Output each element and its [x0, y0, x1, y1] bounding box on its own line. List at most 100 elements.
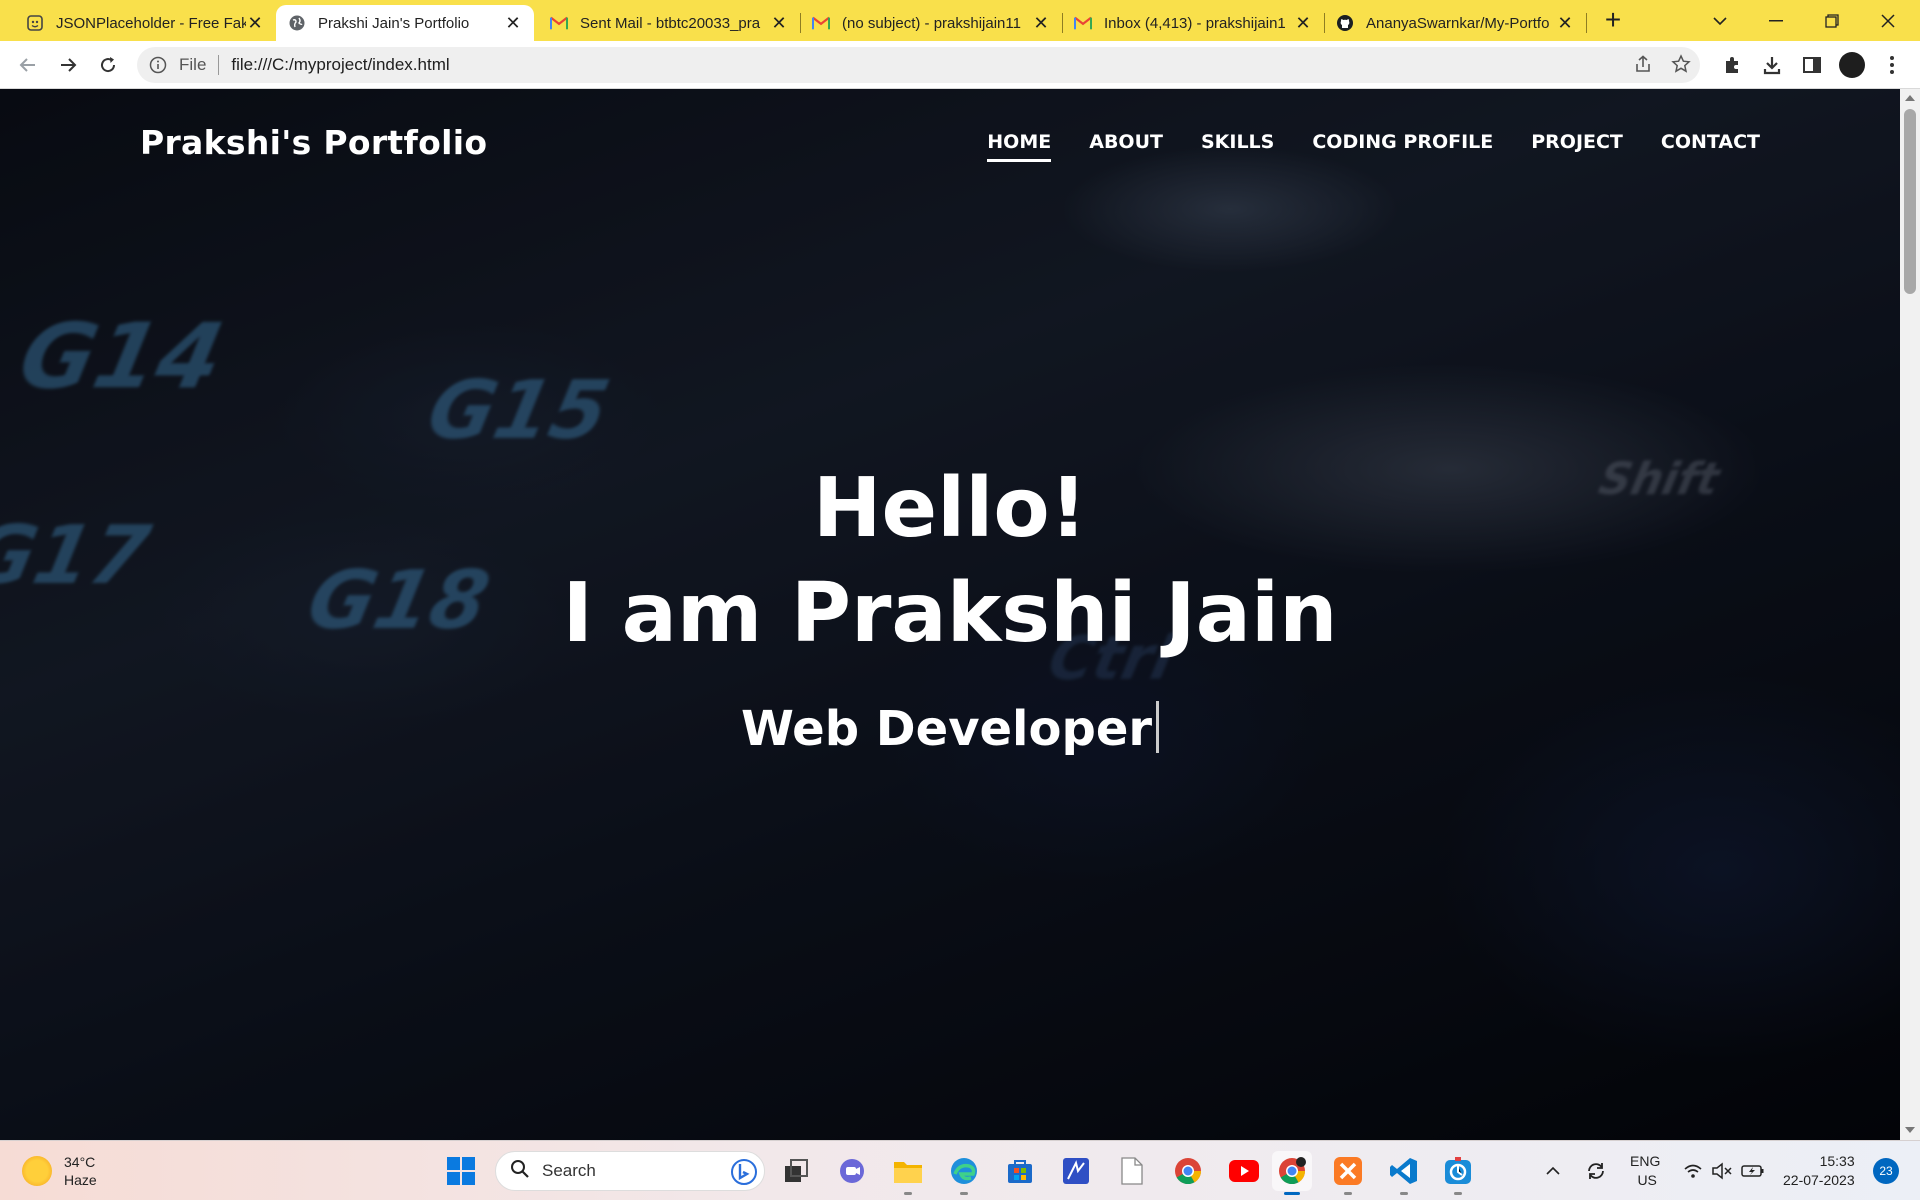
clock-time: 15:33	[1819, 1153, 1855, 1169]
battery-charging-icon[interactable]	[1741, 1141, 1765, 1200]
nav-skills[interactable]: SKILLS	[1201, 131, 1274, 162]
tab-close-icon[interactable]: ✕	[1556, 13, 1574, 34]
share-icon[interactable]	[1628, 49, 1658, 79]
tab-jsonplaceholder[interactable]: JSONPlaceholder - Free Fak ✕	[14, 5, 276, 41]
tab-sent-mail[interactable]: Sent Mail - btbtc20033_pra ✕	[538, 5, 800, 41]
extensions-icon[interactable]	[1718, 51, 1746, 79]
chrome-icon[interactable]	[1168, 1151, 1208, 1191]
chrome-profile-icon[interactable]	[1272, 1151, 1312, 1195]
github-icon	[1336, 14, 1354, 32]
microsoft-store-icon[interactable]	[1000, 1151, 1040, 1191]
tab-close-icon[interactable]: ✕	[504, 13, 522, 34]
tab-close-icon[interactable]: ✕	[770, 13, 788, 34]
weather-condition: Haze	[64, 1172, 97, 1188]
page-viewport: G14 G15 G18 G17 Ctrl Shift Prakshi's Por…	[0, 89, 1900, 1140]
reload-button[interactable]	[92, 49, 124, 81]
restore-button[interactable]	[1804, 0, 1860, 41]
gmail-icon	[550, 14, 568, 32]
typing-cursor	[1156, 701, 1160, 753]
tab-title: Sent Mail - btbtc20033_pra	[580, 14, 761, 32]
volume-muted-icon[interactable]	[1711, 1141, 1733, 1200]
side-panel-icon[interactable]	[1798, 51, 1826, 79]
tab-close-icon[interactable]: ✕	[1294, 13, 1312, 34]
taskbar-search[interactable]: Search	[495, 1151, 765, 1191]
haze-sun-icon	[22, 1156, 52, 1186]
tab-inbox[interactable]: Inbox (4,413) - prakshijain1 ✕	[1062, 5, 1324, 41]
weather-widget[interactable]: 34°C Haze	[22, 1153, 97, 1189]
nav-home[interactable]: HOME	[987, 131, 1052, 162]
weather-temp: 34°C	[64, 1154, 96, 1170]
windows-taskbar: 34°C Haze Search ENG US 15:33 22-07-2023…	[0, 1140, 1920, 1200]
scroll-down-arrow-icon[interactable]	[1905, 1127, 1915, 1133]
tab-close-icon[interactable]: ✕	[246, 13, 264, 34]
hero-role: Web Developer	[740, 701, 1153, 757]
edge-icon[interactable]	[944, 1151, 984, 1195]
info-icon[interactable]	[149, 56, 167, 74]
gmail-icon	[1074, 14, 1092, 32]
start-button[interactable]	[441, 1151, 481, 1191]
clock-date: 22-07-2023	[1783, 1172, 1855, 1188]
tab-no-subject[interactable]: (no subject) - prakshijain11 ✕	[800, 5, 1062, 41]
address-divider	[218, 55, 220, 75]
tab-strip: JSONPlaceholder - Free Fak ✕ Prakshi Jai…	[0, 0, 1920, 41]
gmail-icon	[812, 14, 830, 32]
tab-divider	[1586, 13, 1587, 33]
task-view-icon[interactable]	[776, 1151, 816, 1191]
file-explorer-icon[interactable]	[888, 1151, 928, 1195]
snipping-tool-icon[interactable]	[1438, 1151, 1478, 1195]
scroll-up-arrow-icon[interactable]	[1905, 95, 1915, 101]
address-bar[interactable]: File file:///C:/myproject/index.html	[137, 47, 1700, 83]
menu-kebab-icon[interactable]	[1878, 51, 1906, 79]
forward-button[interactable]	[52, 49, 84, 81]
site-logo[interactable]: Prakshi's Portfolio	[140, 123, 487, 162]
nav-project[interactable]: PROJECT	[1531, 131, 1623, 162]
teams-chat-icon[interactable]	[832, 1151, 872, 1191]
page-scrollbar[interactable]	[1900, 89, 1920, 1140]
search-icon	[510, 1159, 530, 1184]
tab-title: Inbox (4,413) - prakshijain1	[1104, 14, 1286, 32]
xampp-icon[interactable]	[1328, 1151, 1368, 1195]
hero-greeting: Hello!	[812, 461, 1088, 556]
scrollbar-thumb[interactable]	[1904, 109, 1916, 294]
tab-divider	[1062, 13, 1063, 33]
nav-contact[interactable]: CONTACT	[1661, 131, 1760, 162]
back-button[interactable]	[12, 49, 44, 81]
wifi-icon[interactable]	[1683, 1141, 1703, 1200]
language-indicator[interactable]: ENG US	[1630, 1141, 1660, 1200]
clock[interactable]: 15:33 22-07-2023	[1783, 1141, 1855, 1200]
downloads-icon[interactable]	[1758, 51, 1786, 79]
notification-badge[interactable]: 23	[1873, 1158, 1899, 1184]
tab-portfolio[interactable]: Prakshi Jain's Portfolio ✕	[276, 5, 534, 41]
nav-coding-profile[interactable]: CODING PROFILE	[1312, 131, 1493, 162]
profile-avatar[interactable]	[1838, 51, 1866, 79]
tab-close-icon[interactable]: ✕	[1032, 13, 1050, 34]
tab-title: JSONPlaceholder - Free Fak	[56, 14, 246, 32]
youtube-icon[interactable]	[1224, 1151, 1264, 1191]
bookmark-star-icon[interactable]	[1666, 49, 1696, 79]
tab-search-icon[interactable]	[1692, 0, 1748, 41]
tab-title: AnanyaSwarnkar/My-Portfo	[1366, 14, 1550, 32]
tab-divider	[800, 13, 801, 33]
blank-document-icon[interactable]	[1112, 1151, 1152, 1191]
scheme-label: File	[179, 55, 207, 74]
bing-icon[interactable]	[730, 1158, 758, 1191]
math-app-icon[interactable]	[1056, 1151, 1096, 1191]
tab-title: (no subject) - prakshijain11	[842, 14, 1021, 32]
search-placeholder: Search	[542, 1161, 596, 1180]
close-window-button[interactable]	[1860, 0, 1916, 41]
hero-section: Hello! I am Prakshi Jain Web Developer	[0, 459, 1900, 759]
minimize-button[interactable]	[1748, 0, 1804, 41]
tab-divider	[1324, 13, 1325, 33]
sync-icon[interactable]	[1585, 1141, 1607, 1200]
show-hidden-icons-icon[interactable]	[1545, 1141, 1561, 1200]
hero-role-line: Web Developer	[0, 699, 1900, 759]
new-tab-button[interactable]: +	[1598, 6, 1628, 36]
tab-github[interactable]: AnanyaSwarnkar/My-Portfo ✕	[1324, 5, 1586, 41]
nav-about[interactable]: ABOUT	[1089, 131, 1163, 162]
keyboard-layout: US	[1637, 1172, 1657, 1188]
jsonplaceholder-icon	[26, 14, 44, 32]
browser-toolbar: File file:///C:/myproject/index.html	[0, 41, 1920, 89]
url-text[interactable]: file:///C:/myproject/index.html	[231, 55, 449, 75]
vscode-icon[interactable]	[1384, 1151, 1424, 1195]
language-code: ENG	[1630, 1153, 1661, 1169]
